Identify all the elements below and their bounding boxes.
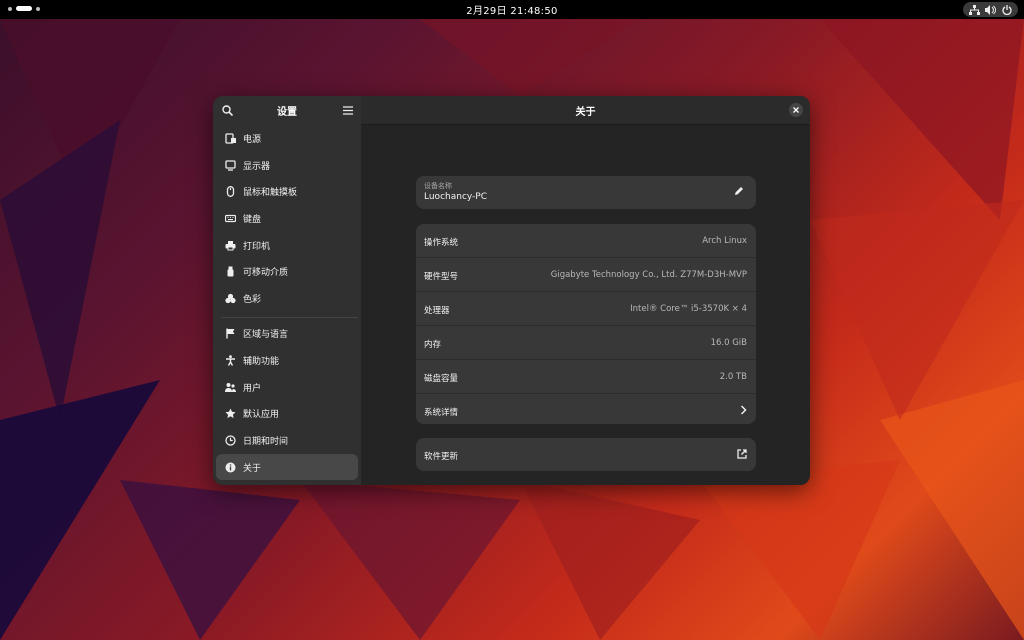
users-icon: [224, 381, 236, 393]
sidebar: 设置 电源 显示器 鼠标和触摸板 键盘 打印机 可移动介质 色彩 区域与语言 辅…: [213, 96, 361, 485]
info-icon: [224, 461, 236, 473]
settings-window: 设置 电源 显示器 鼠标和触摸板 键盘 打印机 可移动介质 色彩 区域与语言 辅…: [213, 96, 810, 485]
info-value: Arch Linux: [702, 236, 747, 246]
info-label: 硬件型号: [424, 272, 459, 282]
info-label: 处理器: [424, 306, 450, 316]
star-icon: [224, 407, 236, 419]
mouse-icon: [224, 185, 236, 197]
info-label: 操作系统: [424, 238, 459, 248]
software-update-label: 软件更新: [424, 452, 459, 462]
network-icon: [968, 4, 980, 15]
info-label: 系统详情: [424, 408, 459, 418]
menu-button[interactable]: [340, 102, 356, 118]
info-value: Intel® Core™ i5-3570K × 4: [630, 304, 747, 314]
sidebar-item-about[interactable]: 关于: [216, 454, 358, 480]
sidebar-item-label: 打印机: [243, 241, 271, 252]
sidebar-item-users[interactable]: 用户: [216, 374, 358, 400]
close-icon: [793, 107, 799, 113]
clock-icon: [224, 434, 236, 446]
sidebar-item-label: 关于: [243, 463, 262, 474]
sidebar-item-keyboard[interactable]: 键盘: [216, 205, 358, 231]
display-icon: [224, 159, 236, 171]
sidebar-item-label: 鼠标和触摸板: [243, 187, 298, 198]
flag-icon: [224, 327, 236, 339]
software-update-card[interactable]: 软件更新: [416, 438, 756, 471]
chevron-right-icon: [740, 405, 747, 415]
sidebar-item-power[interactable]: 电源: [216, 125, 358, 151]
sidebar-item-accessibility[interactable]: 辅助功能: [216, 347, 358, 373]
info-row-memory: 内存 16.0 GiB: [416, 326, 756, 360]
sidebar-item-label: 键盘: [243, 214, 262, 225]
sidebar-title: 设置: [277, 107, 297, 118]
info-row-processor: 处理器 Intel® Core™ i5-3570K × 4: [416, 292, 756, 326]
sidebar-item-removable-media[interactable]: 可移动介质: [216, 258, 358, 284]
sidebar-item-printer[interactable]: 打印机: [216, 232, 358, 258]
sidebar-item-label: 区域与语言: [243, 329, 289, 340]
volume-icon: [985, 4, 997, 15]
info-row-system-details[interactable]: 系统详情: [416, 394, 756, 427]
info-value: 2.0 TB: [719, 372, 747, 382]
printer-icon: [224, 239, 236, 251]
software-update-row[interactable]: 软件更新: [416, 438, 756, 471]
sidebar-item-label: 可移动介质: [243, 267, 289, 278]
info-label: 磁盘容量: [424, 374, 459, 384]
sidebar-header: 设置: [213, 96, 361, 124]
device-name-value: Luochancy-PC: [424, 192, 488, 202]
sidebar-item-display[interactable]: 显示器: [216, 152, 358, 178]
panel-header: 关于: [361, 96, 810, 125]
info-value: Gigabyte Technology Co., Ltd. Z77M-D3H-M…: [550, 270, 747, 280]
info-label: 内存: [424, 340, 442, 350]
about-panel: 关于 设备名称 Luochancy-PC 操作系统 Arch Linux 硬件型…: [361, 96, 810, 485]
sidebar-item-default-apps[interactable]: 默认应用: [216, 400, 358, 426]
sidebar-item-mouse[interactable]: 鼠标和触摸板: [216, 178, 358, 204]
sidebar-item-region-language[interactable]: 区域与语言: [216, 320, 358, 346]
removable-media-icon: [224, 265, 236, 277]
page-title: 关于: [575, 107, 596, 118]
close-button[interactable]: [789, 103, 803, 117]
external-link-icon: [737, 449, 747, 459]
power-battery-icon: [224, 132, 236, 144]
info-row-hardware-model: 硬件型号 Gigabyte Technology Co., Ltd. Z77M-…: [416, 258, 756, 292]
clock[interactable]: 2月29日 21:48:50: [0, 2, 1024, 17]
sidebar-item-label: 日期和时间: [243, 436, 289, 447]
sidebar-item-label: 电源: [243, 134, 262, 145]
color-icon: [224, 292, 236, 304]
edit-pencil-icon[interactable]: [734, 186, 744, 196]
info-row-os: 操作系统 Arch Linux: [416, 224, 756, 258]
sidebar-divider: [221, 317, 358, 318]
system-tray[interactable]: [963, 2, 1018, 17]
keyboard-icon: [224, 212, 236, 224]
power-icon: [1002, 4, 1012, 15]
hamburger-icon: [343, 105, 353, 115]
sidebar-item-label: 用户: [243, 383, 262, 394]
device-name-label: 设备名称: [424, 182, 452, 190]
sidebar-item-label: 色彩: [243, 294, 262, 305]
sidebar-item-color[interactable]: 色彩: [216, 285, 358, 311]
top-bar: 2月29日 21:48:50: [0, 0, 1024, 19]
info-value: 16.0 GiB: [710, 338, 747, 348]
device-name-card[interactable]: 设备名称 Luochancy-PC: [416, 176, 756, 209]
system-info-card: 操作系统 Arch Linux 硬件型号 Gigabyte Technology…: [416, 224, 756, 424]
accessibility-icon: [224, 354, 236, 366]
sidebar-item-date-time[interactable]: 日期和时间: [216, 427, 358, 453]
info-row-disk-capacity: 磁盘容量 2.0 TB: [416, 360, 756, 394]
sidebar-item-label: 显示器: [243, 161, 271, 172]
sidebar-item-label: 辅助功能: [243, 356, 280, 367]
sidebar-item-label: 默认应用: [243, 409, 280, 420]
